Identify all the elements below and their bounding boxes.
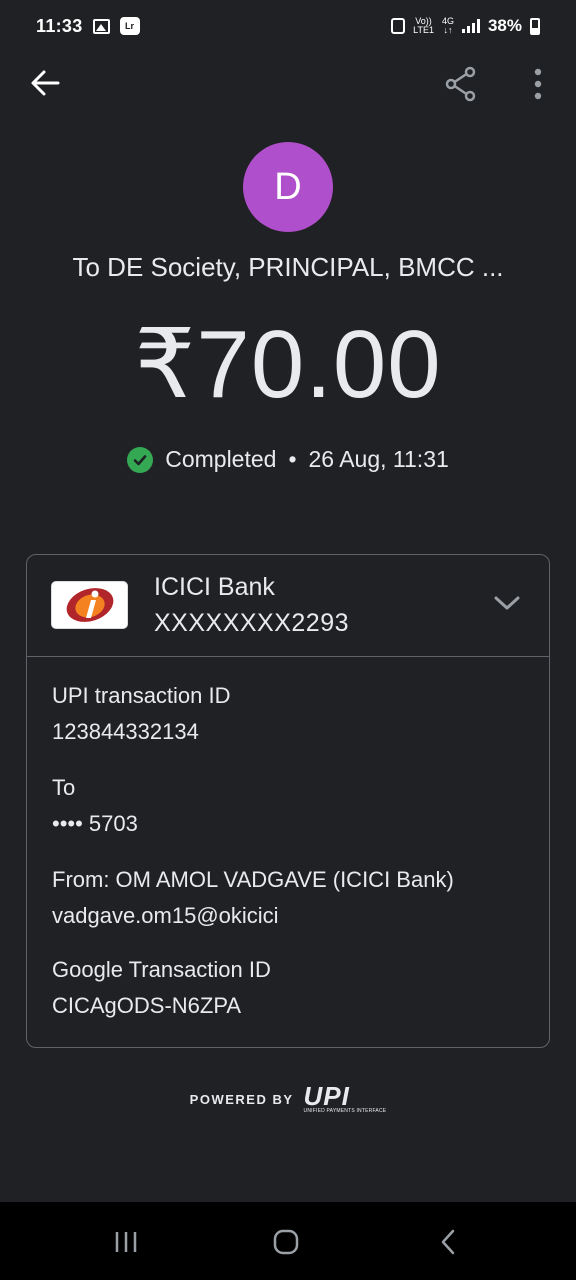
payee-name: To DE Society, PRINCIPAL, BMCC ... <box>72 252 504 282</box>
status-datetime: 26 Aug, 11:31 <box>308 446 449 472</box>
data-arrows-icon: ↓↑ <box>443 25 453 35</box>
upi-transaction-id-block: UPI transaction ID 123844332134 <box>52 683 231 745</box>
recents-button[interactable] <box>112 1230 140 1254</box>
google-transaction-id-block: Google Transaction ID CICAgODS-N6ZPA <box>52 957 271 1019</box>
avatar: D <box>243 142 333 232</box>
home-button[interactable] <box>272 1228 300 1256</box>
status-time: 11:33 <box>36 15 83 36</box>
check-circle-icon <box>127 446 154 473</box>
home-icon <box>273 1229 299 1255</box>
volte-indicator: Vo)) LTE1 <box>413 17 434 35</box>
network-type: 4G ↓↑ <box>442 17 454 35</box>
back-button[interactable] <box>28 66 62 100</box>
more-vert-icon <box>534 68 542 100</box>
upi-logo-subtitle: UNIFIED PAYMENTS INTERFACE <box>303 1108 387 1114</box>
app-bar <box>0 52 576 116</box>
google-transaction-id-label: Google Transaction ID <box>52 957 271 982</box>
battery-percent: 38% <box>487 16 522 35</box>
upi-logo-text: UPI <box>303 1081 350 1111</box>
upi-transaction-id-value: 123844332134 <box>52 719 199 744</box>
more-options-button[interactable] <box>524 66 552 102</box>
nav-back-button[interactable] <box>436 1228 460 1256</box>
signal-icon <box>461 19 480 33</box>
upi-transaction-id-label: UPI transaction ID <box>52 683 231 708</box>
share-button[interactable] <box>444 66 478 102</box>
lightroom-notification-icon: Lr <box>119 17 140 35</box>
battery-icon <box>530 17 540 35</box>
gallery-notification-icon <box>92 18 110 34</box>
from-block: From: OM AMOL VADGAVE (ICICI Bank) vadga… <box>52 867 454 929</box>
chevron-down-icon <box>494 596 520 610</box>
recents-icon <box>115 1232 137 1252</box>
status-bar: 11:33 Lr Vo)) LTE1 4G ↓↑ 38% <box>0 0 576 52</box>
chevron-left-icon <box>441 1229 455 1255</box>
amount: ₹70.00 <box>134 311 442 418</box>
from-label: From: OM AMOL VADGAVE (ICICI Bank) <box>52 867 454 892</box>
system-navigation-bar <box>0 1202 576 1280</box>
volte-bottom: LTE1 <box>413 25 434 35</box>
powered-by-label: POWERED BY <box>189 1091 294 1107</box>
status-right: Vo)) LTE1 4G ↓↑ 38% <box>391 16 540 36</box>
lock-icon <box>391 18 406 34</box>
transaction-details-card: ICICI Bank XXXXXXXX2293 UPI transaction … <box>26 554 550 1048</box>
transaction-status: Completed • 26 Aug, 11:31 <box>0 446 576 473</box>
share-icon <box>445 66 476 102</box>
bank-account-row[interactable]: ICICI Bank XXXXXXXX2293 <box>27 555 549 657</box>
status-label: Completed <box>165 446 277 472</box>
from-value: vadgave.om15@okicici <box>52 903 279 928</box>
powered-by-upi: POWERED BY UPI UNIFIED PAYMENTS INTERFAC… <box>0 1081 576 1114</box>
to-value: •••• 5703 <box>52 811 138 836</box>
status-left: 11:33 Lr <box>36 16 140 37</box>
bank-name: ICICI Bank <box>154 573 275 601</box>
google-transaction-id-value: CICAgODS-N6ZPA <box>52 993 242 1018</box>
icici-logo <box>51 581 128 629</box>
arrow-left-icon <box>31 70 60 96</box>
to-label: To <box>52 775 76 800</box>
to-block: To •••• 5703 <box>52 775 138 837</box>
status-separator: • <box>288 446 297 472</box>
upi-logo: UPI UNIFIED PAYMENTS INTERFACE <box>303 1081 387 1114</box>
bank-account-number: XXXXXXXX2293 <box>154 609 350 637</box>
